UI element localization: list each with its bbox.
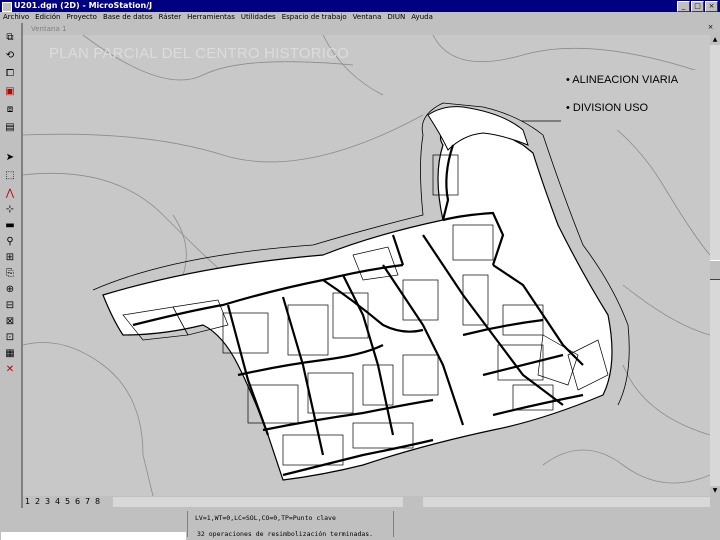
mark-icon[interactable]: ▣ <box>3 85 17 99</box>
status-message: 32 operaciones de resimbolización termin… <box>197 530 374 538</box>
minimize-button[interactable]: _ <box>677 1 690 12</box>
view-control-7[interactable]: 7 <box>85 496 90 508</box>
window-icon[interactable]: ⧉ <box>3 31 17 45</box>
view-close-button[interactable]: × <box>705 23 716 32</box>
zoom-icon[interactable]: ⊕ <box>3 283 17 297</box>
menu-raster[interactable]: Ráster <box>156 12 185 23</box>
menu-ventana[interactable]: Ventana <box>350 12 385 23</box>
scroll-up-arrow-icon[interactable]: ▲ <box>710 35 720 45</box>
select-arrow-icon[interactable]: ➤ <box>3 151 17 165</box>
status-active-settings: LV=1,WT=0,LC=SOL,CO=0,TP=Punto clave <box>195 514 336 522</box>
legend-division-uso: • DIVISION USO <box>566 102 649 114</box>
close-button[interactable]: × <box>705 1 718 12</box>
vertical-scrollbar[interactable]: ▲ ▼ <box>710 35 720 496</box>
ruler-icon[interactable]: ▬ <box>3 219 17 233</box>
hatch-icon[interactable]: ⧈ <box>3 103 17 117</box>
cell-icon[interactable]: ⊞ <box>3 251 17 265</box>
menu-proyecto[interactable]: Proyecto <box>64 12 100 23</box>
legend-alineacion-viaria: • ALINEACION VIARIA <box>566 74 679 86</box>
view-control-2[interactable]: 2 <box>35 496 40 508</box>
app-icon[interactable] <box>2 2 12 12</box>
legend-box: • ALINEACION VIARIA • DIVISION USO <box>561 70 710 130</box>
view-control-3[interactable]: 3 <box>45 496 50 508</box>
horizontal-scrollbar[interactable] <box>113 497 710 507</box>
status-panel-right <box>393 511 716 537</box>
status-input-field[interactable] <box>1 532 186 540</box>
array-icon[interactable]: ⊡ <box>3 331 17 345</box>
menu-bar: Archivo Edición Proyecto Base de datos R… <box>0 12 720 23</box>
view-title-bar: Ventana 1 × <box>23 23 720 35</box>
grid-icon[interactable]: ▤ <box>3 121 17 135</box>
measure-icon[interactable]: ⊟ <box>3 299 17 313</box>
drawing-canvas[interactable]: PLAN PARCIAL DEL CENTRO HISTORICO • ALIN… <box>23 35 710 496</box>
delete-icon[interactable]: ✕ <box>3 363 17 377</box>
menu-espacio-de-trabajo[interactable]: Espacio de trabajo <box>279 12 350 23</box>
arc-icon[interactable]: ⋀ <box>3 187 17 201</box>
settings-icon[interactable]: ⟲ <box>3 49 17 63</box>
menu-archivo[interactable]: Archivo <box>0 12 32 23</box>
vertical-scroll-thumb[interactable] <box>710 260 720 280</box>
window-title: U201.dgn (2D) - MicroStation/J <box>14 1 153 10</box>
dimension-icon[interactable]: ⊹ <box>3 203 17 217</box>
fence-icon[interactable]: ⬚ <box>3 169 17 183</box>
rotate-icon[interactable]: ⊠ <box>3 315 17 329</box>
view-title: Ventana 1 <box>31 25 67 33</box>
horizontal-scroll-thumb[interactable] <box>403 497 423 507</box>
title-bar: U201.dgn (2D) - MicroStation/J _ □ × <box>0 0 720 12</box>
maximize-button[interactable]: □ <box>691 1 704 12</box>
menu-ayuda[interactable]: Ayuda <box>408 12 436 23</box>
view-control-4[interactable]: 4 <box>55 496 60 508</box>
scroll-down-arrow-icon[interactable]: ▼ <box>710 486 720 496</box>
attributes-icon[interactable]: ⚲ <box>3 235 17 249</box>
view-control-bar: 1 2 3 4 5 6 7 8 <box>23 496 720 508</box>
menu-base-de-datos[interactable]: Base de datos <box>100 12 156 23</box>
status-bar: LV=1,WT=0,LC=SOL,CO=0,TP=Punto clave 32 … <box>0 508 720 540</box>
text-icon[interactable]: ⎘ <box>3 267 17 281</box>
menu-utilidades[interactable]: Utilidades <box>238 12 279 23</box>
view-window: Ventana 1 × PLAN PARCIAL DEL CENTRO HIST… <box>23 23 720 508</box>
view-control-8[interactable]: 8 <box>95 496 100 508</box>
plan-title: PLAN PARCIAL DEL CENTRO HISTORICO <box>49 45 349 62</box>
view-control-1[interactable]: 1 <box>25 496 30 508</box>
copy-icon[interactable]: ⧠ <box>3 67 17 81</box>
menu-diun[interactable]: DIUN <box>384 12 408 23</box>
main-toolbox: ⧉ ⟲ ⧠ ▣ ⧈ ▤ ➤ ⬚ ⋀ ⊹ ▬ ⚲ ⊞ ⎘ ⊕ ⊟ ⊠ ⊡ ▦ ✕ <box>0 23 21 508</box>
menu-herramientas[interactable]: Herramientas <box>184 12 238 23</box>
view-control-6[interactable]: 6 <box>75 496 80 508</box>
window-controls: _ □ × <box>677 1 718 12</box>
levels-icon[interactable]: ▦ <box>3 347 17 361</box>
menu-edicion[interactable]: Edición <box>32 12 63 23</box>
view-control-5[interactable]: 5 <box>65 496 70 508</box>
